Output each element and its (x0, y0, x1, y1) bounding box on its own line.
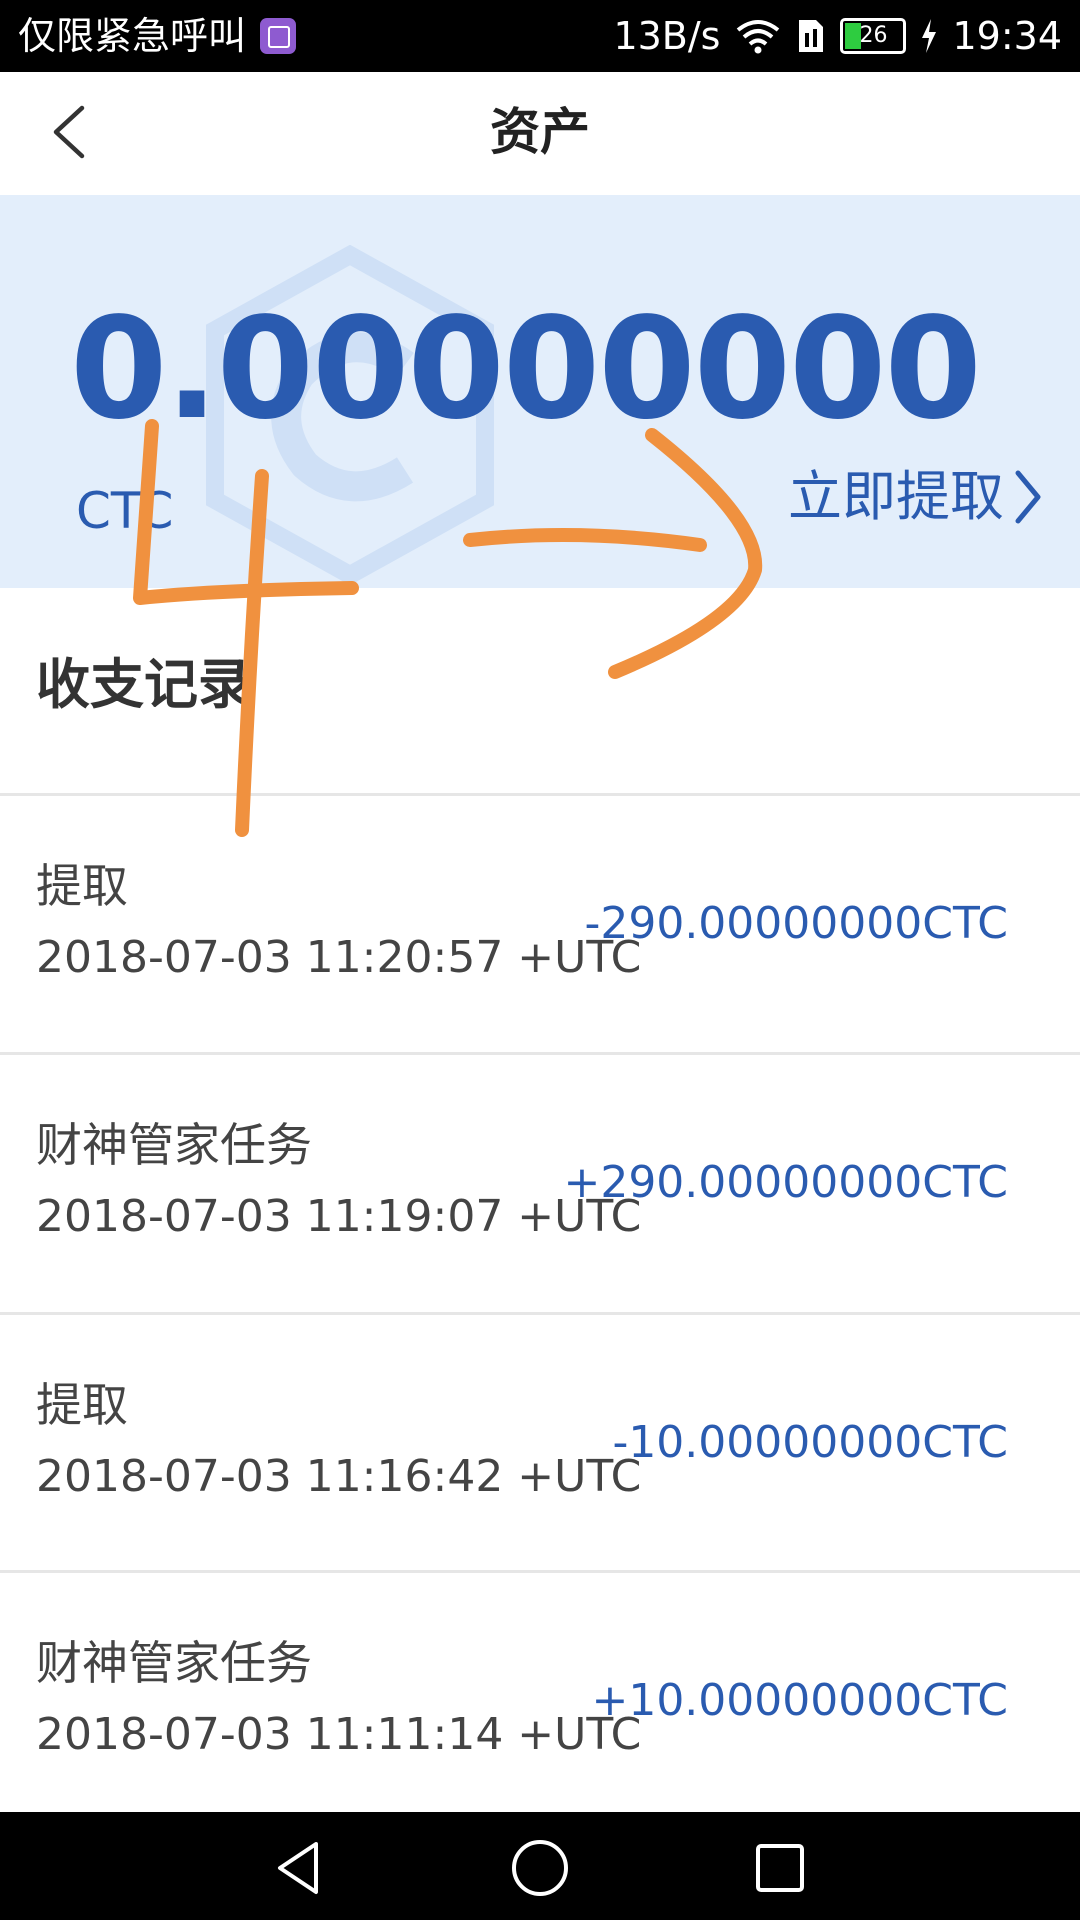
record-type: 财神管家任务 (36, 1118, 312, 1172)
status-bar-left: 仅限紧急呼叫 (18, 12, 297, 60)
status-bar-right: 13B/s 26 19:34 (613, 12, 1062, 60)
square-recent-icon[interactable] (750, 1838, 810, 1898)
network-speed: 13B/s (613, 14, 721, 58)
system-nav-bar (0, 1812, 1080, 1920)
chevron-right-icon (1015, 470, 1041, 524)
record-amount: +10.00000000CTC (591, 1675, 1008, 1726)
withdraw-now-button[interactable]: 立即提取 (788, 465, 1042, 529)
record-type: 提取 (36, 1378, 128, 1432)
withdraw-now-label: 立即提取 (788, 465, 1004, 528)
page-title: 资产 (490, 103, 590, 161)
battery-level: 26 (859, 23, 888, 48)
wifi-icon (737, 20, 780, 54)
circle-home-icon[interactable] (510, 1838, 570, 1898)
record-amount: -10.00000000CTC (612, 1417, 1008, 1468)
balance-currency: CTC (76, 482, 174, 540)
gallery-notification-icon (260, 18, 297, 54)
list-item[interactable]: 提取 2018-07-03 11:16:42 +UTC -10.00000000… (0, 1315, 1080, 1571)
charging-icon (922, 19, 937, 53)
record-time: 2018-07-03 11:20:57 +UTC (36, 932, 642, 983)
balance-amount: 0.00000000 (70, 288, 982, 451)
list-item[interactable]: 提取 2018-07-03 11:20:57 +UTC -290.0000000… (0, 796, 1080, 1052)
record-time: 2018-07-03 11:19:07 +UTC (36, 1191, 642, 1242)
app-header: 资产 (0, 72, 1080, 192)
record-time: 2018-07-03 11:11:14 +UTC (36, 1709, 642, 1760)
clock: 19:34 (952, 14, 1062, 58)
record-amount: -290.00000000CTC (584, 898, 1008, 949)
list-item[interactable]: 财神管家任务 2018-07-03 11:19:07 +UTC +290.000… (0, 1055, 1080, 1311)
record-type: 财神管家任务 (36, 1636, 312, 1690)
battery-icon: 26 (840, 18, 907, 54)
carrier-text: 仅限紧急呼叫 (18, 14, 247, 58)
record-amount: +290.00000000CTC (563, 1157, 1008, 1208)
sim-icon (799, 20, 824, 52)
balance-card: 0.00000000 CTC 立即提取 (0, 195, 1080, 588)
status-bar: 仅限紧急呼叫 13B/s 26 19:34 (0, 0, 1080, 72)
triangle-back-icon[interactable] (270, 1838, 330, 1898)
record-type: 提取 (36, 859, 128, 913)
list-item[interactable]: 财神管家任务 2018-07-03 11:11:14 +UTC +10.0000… (0, 1573, 1080, 1829)
records-heading: 收支记录 (36, 653, 252, 716)
record-time: 2018-07-03 11:16:42 +UTC (36, 1451, 642, 1502)
